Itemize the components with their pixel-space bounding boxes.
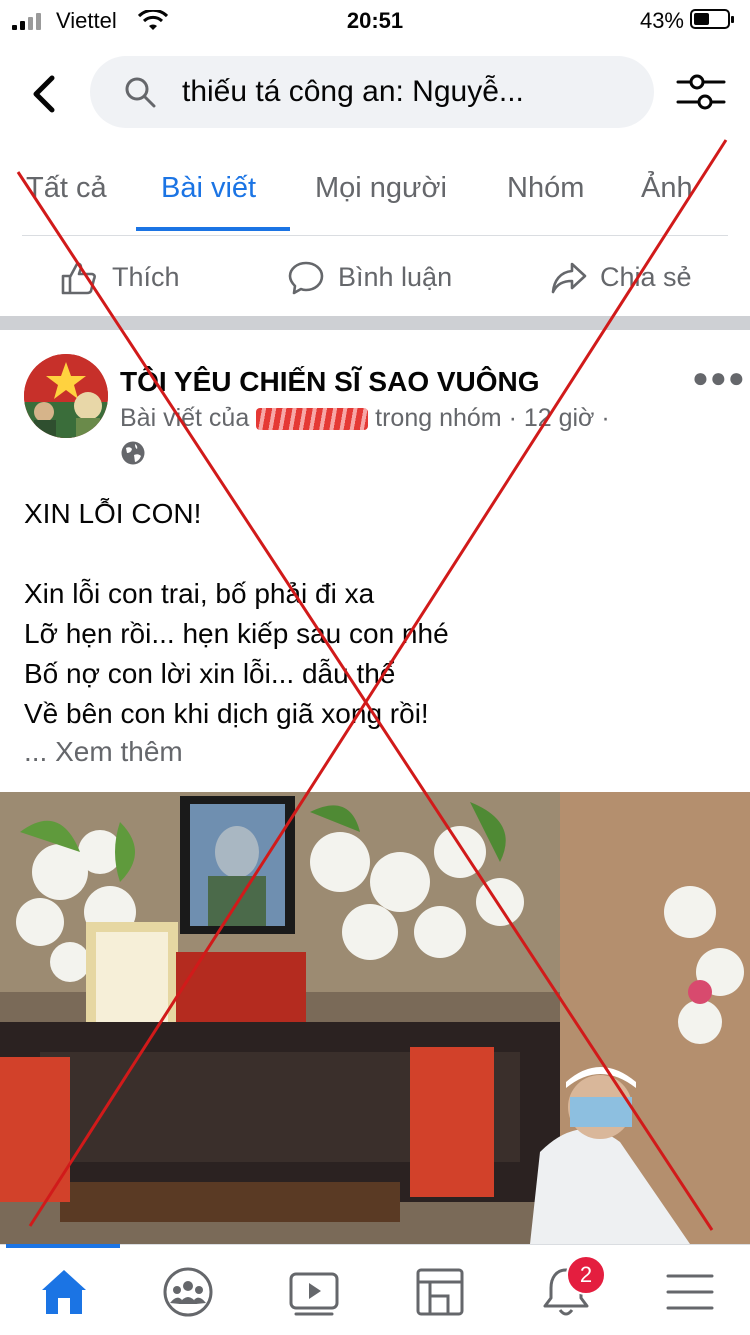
- like-label: Thích: [112, 262, 180, 292]
- share-arrow-icon: [551, 262, 587, 294]
- notification-badge: 2: [566, 1255, 606, 1295]
- divider: [22, 235, 728, 236]
- post-line: Lỡ hẹn rồi... hẹn kiếp sau con nhé: [24, 618, 449, 649]
- home-icon[interactable]: [38, 1266, 90, 1318]
- watch-video-icon[interactable]: [288, 1266, 340, 1318]
- search-icon: [125, 77, 156, 108]
- post-line: Về bên con khi dịch giã xong rồi!: [24, 698, 429, 729]
- search-query[interactable]: thiếu tá công an: Nguyễ...: [182, 75, 524, 109]
- group-name[interactable]: TÔI YÊU CHIẾN SĨ SAO VUÔNG: [120, 366, 540, 398]
- meta-prefix: Bài viết của: [120, 404, 250, 432]
- active-nav-indicator: [6, 1244, 120, 1248]
- comment-bubble-icon: [288, 261, 324, 295]
- see-more-link[interactable]: ... Xem thêm: [24, 736, 183, 768]
- globe-icon: [121, 441, 145, 465]
- filter-icon[interactable]: [676, 70, 726, 116]
- post-line: Xin lỗi con trai, bố phải đi xa: [24, 578, 375, 609]
- tab-all[interactable]: Tất cả: [26, 172, 107, 205]
- share-label: Chia sẻ: [600, 262, 692, 292]
- comment-label: Bình luận: [338, 262, 453, 292]
- group-avatar[interactable]: [24, 354, 108, 438]
- status-bar: Viettel 20:51 43%: [0, 0, 750, 40]
- post-title: XIN LỖI CON!: [24, 498, 202, 529]
- post-photo[interactable]: [0, 792, 750, 1244]
- back-arrow-icon[interactable]: [22, 70, 70, 118]
- search-input[interactable]: thiếu tá công an: Nguyễ...: [90, 56, 654, 128]
- tab-photos[interactable]: Ảnh: [641, 172, 693, 205]
- meta-suffix: trong nhóm · 12 giờ ·: [375, 404, 610, 432]
- tab-groups[interactable]: Nhóm: [507, 172, 584, 205]
- menu-hamburger-icon[interactable]: [664, 1266, 716, 1318]
- tab-people[interactable]: Mọi người: [315, 172, 447, 205]
- groups-icon[interactable]: [162, 1266, 214, 1318]
- comment-button[interactable]: Bình luận: [288, 258, 478, 298]
- active-tab-indicator: [136, 227, 290, 231]
- thumbs-up-icon: [61, 262, 96, 295]
- battery-percent: 43%: [639, 8, 684, 33]
- like-button[interactable]: Thích: [60, 258, 200, 298]
- post-meta: Bài viết của trong nhóm · 12 giờ ·: [120, 404, 610, 433]
- post-line: Bố nợ con lời xin lỗi... dẫu thể: [24, 658, 396, 689]
- tab-posts[interactable]: Bài viết: [161, 172, 256, 205]
- marketplace-icon[interactable]: [414, 1266, 466, 1318]
- more-options-icon[interactable]: ●●●: [692, 362, 746, 394]
- section-separator: [0, 316, 750, 330]
- clock: 20:51: [346, 8, 404, 33]
- bottom-navigation: [0, 1244, 750, 1335]
- share-button[interactable]: Chia sẻ: [550, 258, 710, 298]
- redacted-author-name: [256, 408, 369, 431]
- battery-icon: [690, 9, 734, 29]
